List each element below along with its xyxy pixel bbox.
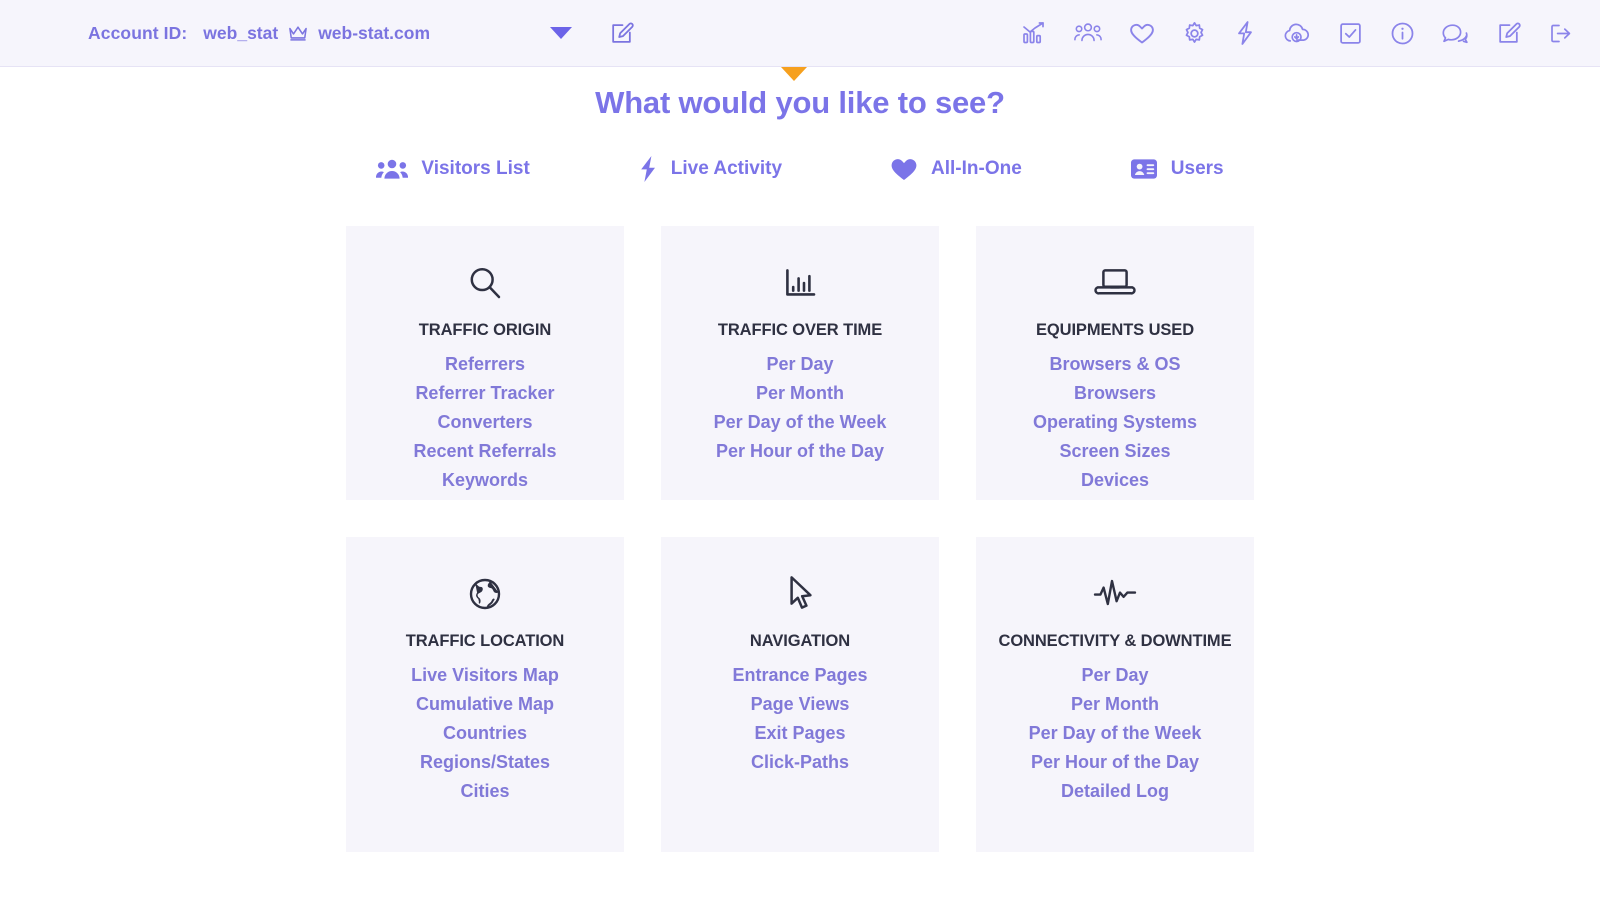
tab-label: Visitors List <box>421 158 530 179</box>
lightning-bolt-icon <box>638 155 658 183</box>
gear-icon[interactable] <box>1182 21 1207 46</box>
crown-icon <box>287 24 309 42</box>
chat-bubbles-icon[interactable] <box>1442 21 1469 46</box>
edit-square-icon[interactable] <box>1496 21 1521 46</box>
heart-icon <box>890 156 918 182</box>
link-regions-states[interactable]: Regions/States <box>360 749 610 776</box>
card-links: Referrers Referrer Tracker Converters Re… <box>360 351 610 495</box>
account-domain: web-stat.com <box>318 22 431 43</box>
tab-all-in-one[interactable]: All-In-One <box>890 152 1022 186</box>
link-click-paths[interactable]: Click-Paths <box>675 749 925 776</box>
link-per-day-of-the-week[interactable]: Per Day of the Week <box>990 720 1240 747</box>
link-referrer-tracker[interactable]: Referrer Tracker <box>360 380 610 407</box>
checkbox-checked-icon[interactable] <box>1338 21 1363 46</box>
tab-label: All-In-One <box>931 158 1022 179</box>
account-id-label: Account ID: <box>88 22 188 43</box>
globe-icon <box>360 571 610 617</box>
tab-users[interactable]: Users <box>1130 153 1224 185</box>
link-operating-systems[interactable]: Operating Systems <box>990 409 1240 436</box>
tab-label: Live Activity <box>670 158 783 179</box>
card-traffic-location: TRAFFIC LOCATION Live Visitors Map Cumul… <box>346 537 624 852</box>
card-title: CONNECTIVITY & DOWNTIME <box>998 632 1232 650</box>
laptop-icon <box>990 260 1240 306</box>
link-detailed-log[interactable]: Detailed Log <box>990 778 1240 805</box>
page-title: What would you like to see? <box>595 85 1005 120</box>
cloud-download-icon[interactable] <box>1283 21 1311 46</box>
link-per-hour-of-the-day[interactable]: Per Hour of the Day <box>675 438 925 465</box>
cursor-pointer-icon <box>675 571 925 617</box>
link-keywords[interactable]: Keywords <box>360 467 610 494</box>
link-screen-sizes[interactable]: Screen Sizes <box>990 438 1240 465</box>
card-traffic-origin: TRAFFIC ORIGIN Referrers Referrer Tracke… <box>346 226 624 500</box>
link-cities[interactable]: Cities <box>360 778 610 805</box>
account-block: Account ID: web_stat web-stat.com <box>88 23 430 44</box>
section-tabs: Visitors List Live Activity All-In-One U… <box>0 151 1600 187</box>
link-per-month[interactable]: Per Month <box>675 380 925 407</box>
card-links: Live Visitors Map Cumulative Map Countri… <box>360 662 610 806</box>
link-referrers[interactable]: Referrers <box>360 351 610 378</box>
link-countries[interactable]: Countries <box>360 720 610 747</box>
card-links: Browsers & OS Browsers Operating Systems… <box>990 351 1240 495</box>
bar-chart-icon <box>675 260 925 306</box>
tab-label: Users <box>1170 158 1224 179</box>
link-per-hour-of-the-day[interactable]: Per Hour of the Day <box>990 749 1240 776</box>
visitors-group-icon[interactable] <box>1074 20 1102 46</box>
link-browsers[interactable]: Browsers <box>990 380 1240 407</box>
card-navigation: NAVIGATION Entrance Pages Page Views Exi… <box>661 537 939 852</box>
heart-icon[interactable] <box>1129 21 1155 46</box>
card-title: EQUIPMENTS USED <box>1035 321 1195 339</box>
link-per-day-of-the-week[interactable]: Per Day of the Week <box>675 409 925 436</box>
link-browsers-and-os[interactable]: Browsers & OS <box>990 351 1240 378</box>
active-section-caret-icon <box>781 67 807 81</box>
link-recent-referrals[interactable]: Recent Referrals <box>360 438 610 465</box>
account-id-value: web_stat <box>203 22 279 43</box>
card-title: NAVIGATION <box>749 632 851 650</box>
link-cumulative-map[interactable]: Cumulative Map <box>360 691 610 718</box>
card-links: Entrance Pages Page Views Exit Pages Cli… <box>675 662 925 777</box>
card-links: Per Day Per Month Per Day of the Week Pe… <box>675 351 925 466</box>
card-traffic-over-time: TRAFFIC OVER TIME Per Day Per Month Per … <box>661 226 939 500</box>
lightning-bolt-icon[interactable] <box>1234 20 1256 46</box>
tab-visitors-list[interactable]: Visitors List <box>376 153 530 186</box>
analytics-chart-icon[interactable] <box>1021 20 1047 46</box>
card-title: TRAFFIC ORIGIN <box>418 321 552 339</box>
tab-live-activity[interactable]: Live Activity <box>638 151 782 187</box>
id-card-icon <box>1130 157 1158 181</box>
pulse-line-icon <box>990 571 1240 617</box>
top-bar: Account ID: web_stat web-stat.com <box>0 0 1600 81</box>
link-exit-pages[interactable]: Exit Pages <box>675 720 925 747</box>
link-converters[interactable]: Converters <box>360 409 610 436</box>
card-title: TRAFFIC OVER TIME <box>717 321 883 339</box>
link-devices[interactable]: Devices <box>990 467 1240 494</box>
link-per-month[interactable]: Per Month <box>990 691 1240 718</box>
card-links: Per Day Per Month Per Day of the Week Pe… <box>990 662 1240 806</box>
card-title: TRAFFIC LOCATION <box>405 632 565 650</box>
link-entrance-pages[interactable]: Entrance Pages <box>675 662 925 689</box>
info-circle-icon[interactable] <box>1390 21 1415 46</box>
link-page-views[interactable]: Page Views <box>675 691 925 718</box>
account-dropdown-chevron-down-icon[interactable] <box>550 27 573 39</box>
top-bar-icon-group <box>1021 20 1574 46</box>
report-card-grid: TRAFFIC ORIGIN Referrers Referrer Tracke… <box>346 226 1254 852</box>
link-per-day[interactable]: Per Day <box>675 351 925 378</box>
visitors-group-icon <box>376 157 409 182</box>
edit-account-icon[interactable] <box>609 21 634 46</box>
card-equipments-used: EQUIPMENTS USED Browsers & OS Browsers O… <box>976 226 1254 500</box>
link-live-visitors-map[interactable]: Live Visitors Map <box>360 662 610 689</box>
logout-icon[interactable] <box>1548 21 1574 46</box>
search-icon <box>360 260 610 306</box>
link-per-day[interactable]: Per Day <box>990 662 1240 689</box>
card-connectivity-downtime: CONNECTIVITY & DOWNTIME Per Day Per Mont… <box>976 537 1254 852</box>
